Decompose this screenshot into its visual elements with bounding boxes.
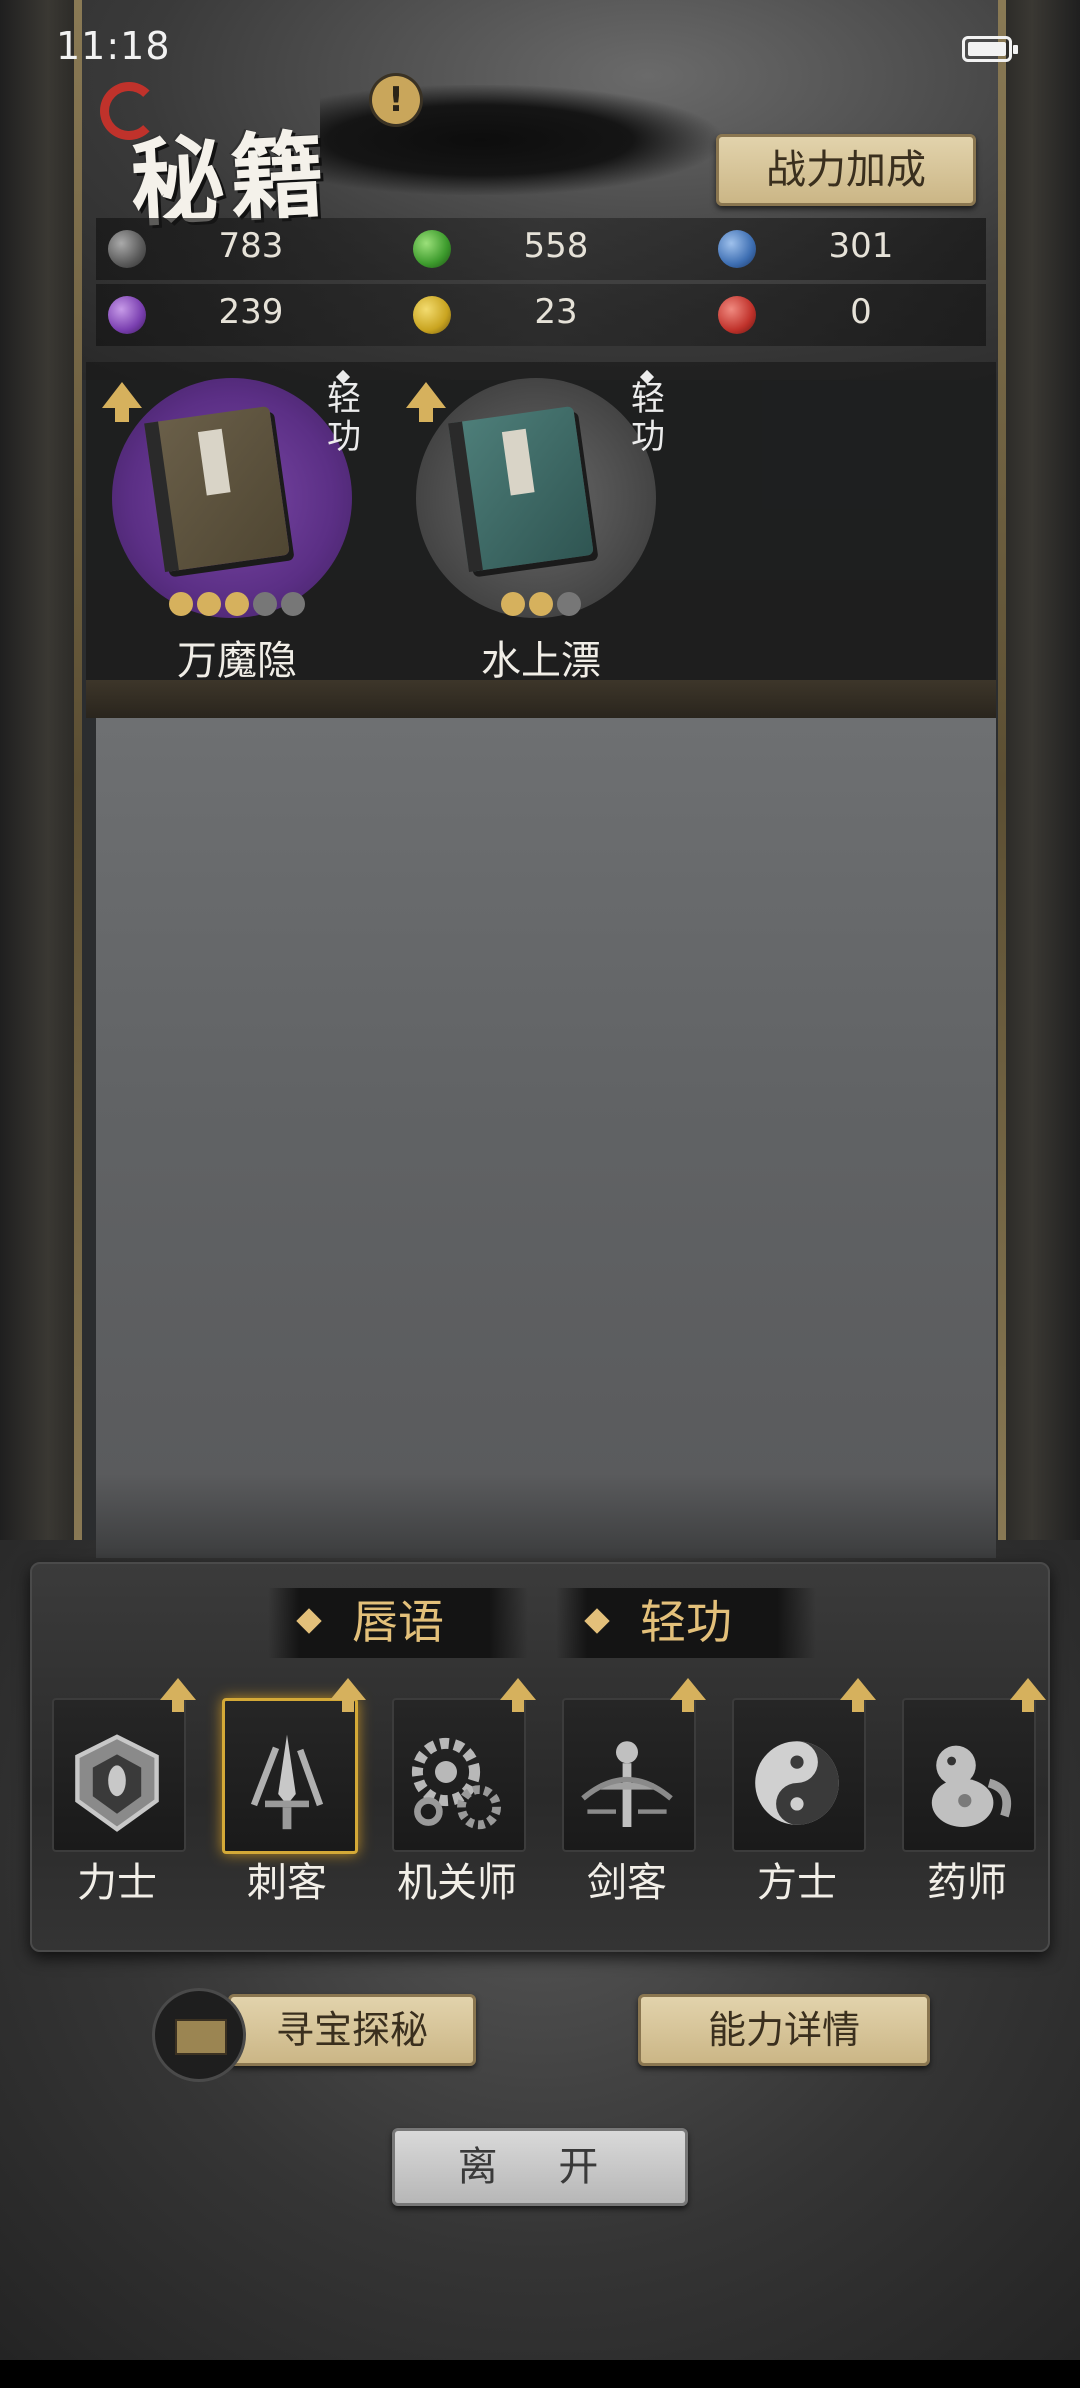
class-jiguanshi[interactable]: 机关师 [382,1678,536,1910]
left-pillar [74,0,82,1560]
leave-button[interactable]: 离 开 [392,2128,688,2206]
resource-value: 0 [850,292,872,332]
class-jianke[interactable]: 剑客 [552,1678,706,1910]
left-wall [0,0,80,1560]
upgrade-arrow-icon [840,1678,876,1712]
upgrade-arrow-icon [330,1678,366,1712]
book-card-wanmoyin[interactable]: 轻功 万魔隐 [92,369,382,690]
book-icon [448,405,594,573]
resource-value: 558 [523,226,589,266]
book-icon [144,405,290,573]
upgrade-arrow-icon [500,1678,536,1712]
resource-yellow: 23 [401,284,701,346]
resource-row-1: 783 558 301 [96,218,986,280]
star-empty-icon [281,592,305,616]
resource-red: 0 [706,284,1006,346]
class-name: 方士 [757,1860,837,1906]
book-name: 水上漂 [481,638,601,684]
treasure-chest-icon[interactable] [152,1988,246,2082]
alert-icon[interactable]: ! [372,76,420,124]
tab-lightness-skill[interactable]: 轻功 [556,1588,816,1658]
yin-yang-icon [755,1741,839,1825]
book-type: 轻功 [631,379,665,457]
resource-purple: 239 [96,284,396,346]
resource-value: 239 [218,292,284,332]
sword-icon [581,1741,673,1827]
class-name: 刺客 [247,1860,327,1906]
resource-row-2: 239 23 0 [96,284,986,346]
class-name: 力士 [77,1860,157,1906]
resource-value: 23 [534,292,578,332]
upgrade-arrow-icon [1010,1678,1046,1712]
class-yaoshi[interactable]: 药师 [892,1678,1046,1910]
star-rating [92,592,382,620]
status-time: 11:18 [56,24,171,68]
purple-orb-icon [108,296,146,334]
tab-lip-reading[interactable]: 唇语 [268,1588,528,1658]
resource-gray: 783 [96,218,396,280]
green-orb-icon [413,230,451,268]
star-filled-icon [529,592,553,616]
class-name: 药师 [927,1860,1007,1906]
ability-details-button[interactable]: 能力详情 [638,1994,930,2066]
tab-label: 唇语 [352,1595,444,1649]
gourd-creature-icon [931,1745,1012,1827]
diamond-icon [296,1608,322,1634]
star-empty-icon [557,592,581,616]
upgrade-arrow-icon [102,382,142,422]
star-empty-icon [253,592,277,616]
diamond-icon [584,1608,610,1634]
battery-icon [962,36,1018,62]
star-filled-icon [225,592,249,616]
power-boost-button[interactable]: 战力加成 [716,134,976,206]
upgrade-arrow-icon [406,382,446,422]
upgrade-arrow-icon [670,1678,706,1712]
star-filled-icon [169,592,193,616]
star-filled-icon [197,592,221,616]
tab-label: 轻功 [640,1595,732,1649]
book-name: 万魔隐 [177,638,297,684]
star-rating [396,592,686,620]
class-lishi[interactable]: 力士 [42,1678,196,1910]
book-card-shuishangpiao[interactable]: 轻功 水上漂 [396,369,686,690]
blue-orb-icon [718,230,756,268]
treasure-hunt-button[interactable]: 寻宝探秘 [228,1994,476,2066]
class-cike[interactable]: 刺客 [212,1678,366,1910]
gears-icon [411,1737,501,1830]
right-wall [1000,0,1080,1560]
class-name: 机关师 [397,1860,517,1906]
navigation-bar [0,2360,1080,2388]
content-area [96,718,996,1558]
class-name: 剑客 [587,1860,667,1906]
class-fangshi[interactable]: 方士 [722,1678,876,1910]
star-filled-icon [501,592,525,616]
resource-value: 783 [218,226,284,266]
upgrade-arrow-icon [160,1678,196,1712]
red-orb-icon [718,296,756,334]
yellow-orb-icon [413,296,451,334]
resource-green: 558 [401,218,701,280]
shield-helmet-icon [75,1734,159,1832]
gray-orb-icon [108,230,146,268]
resource-blue: 301 [706,218,1006,280]
resource-value: 301 [828,226,894,266]
book-type: 轻功 [327,379,361,457]
dagger-claw-icon [250,1734,324,1830]
